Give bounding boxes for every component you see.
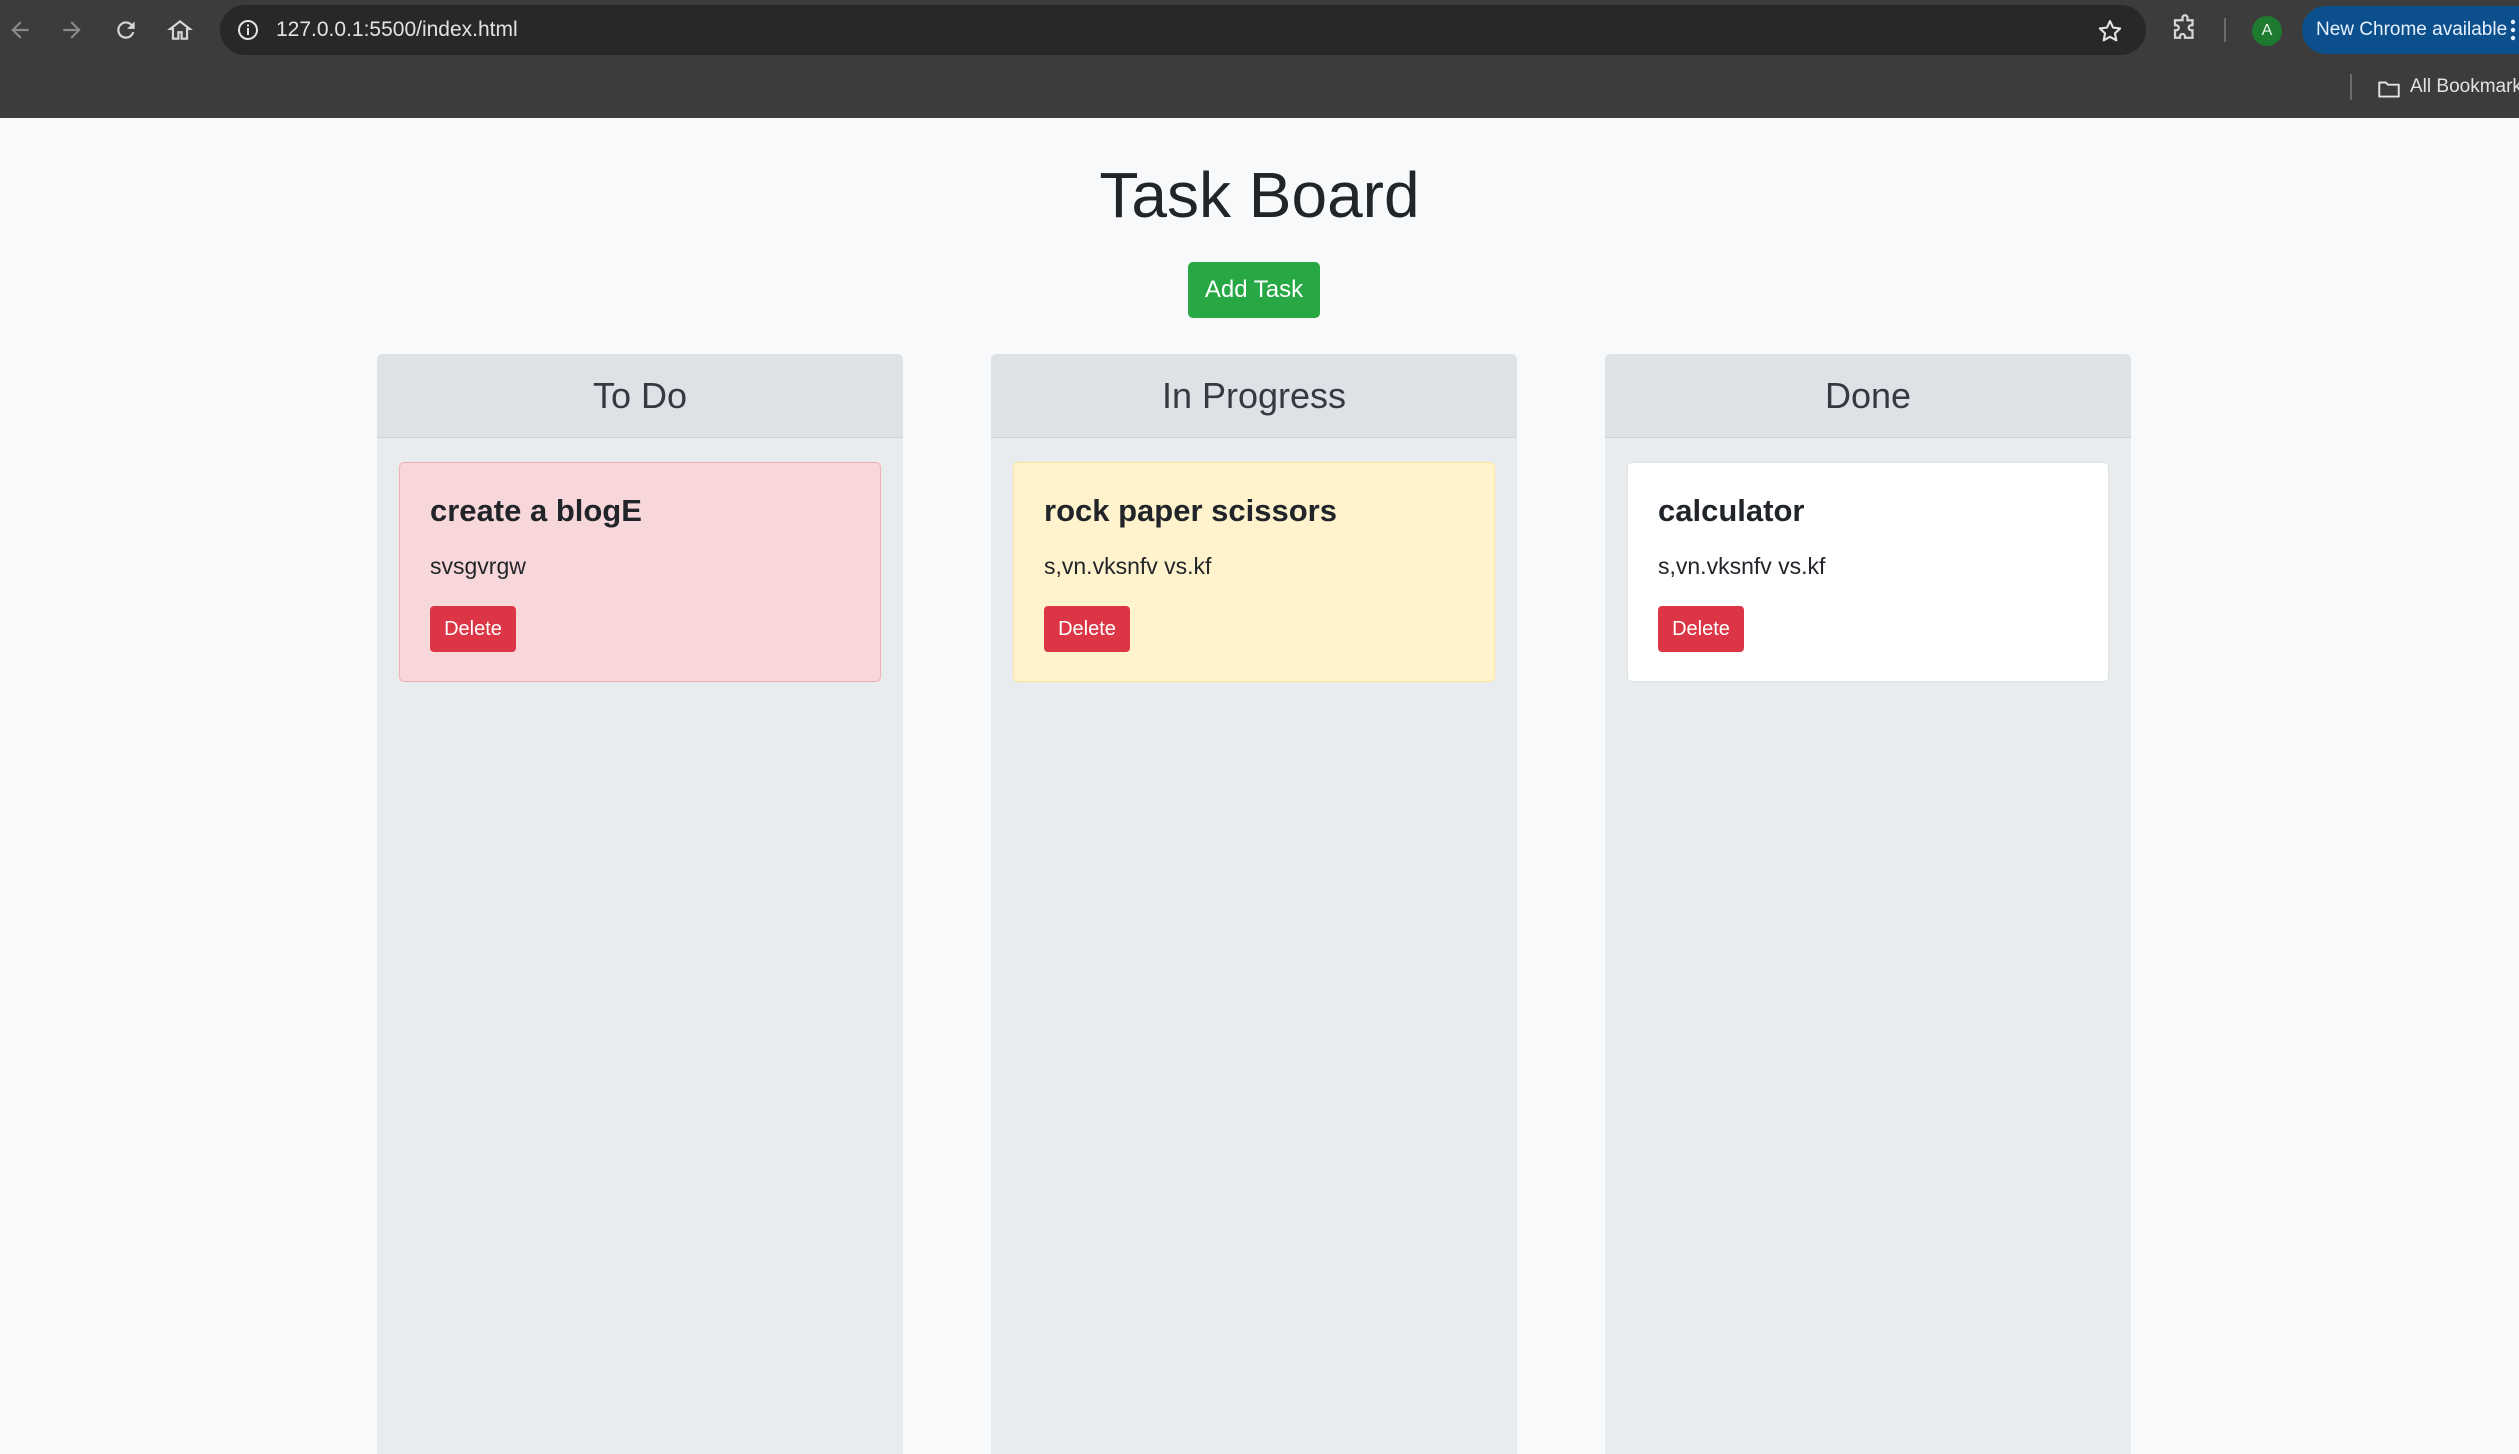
task-title: create a blogE bbox=[430, 493, 642, 528]
update-label: New Chrome available bbox=[2316, 19, 2508, 40]
extensions-icon[interactable] bbox=[2170, 14, 2200, 44]
column-title: To Do bbox=[377, 354, 903, 438]
bookmark-star-icon[interactable] bbox=[2096, 17, 2124, 45]
task-card[interactable]: create a blogE svsgvrgw Delete bbox=[399, 462, 881, 682]
task-title: calculator bbox=[1658, 493, 1805, 528]
page-title: Task Board bbox=[1099, 159, 1420, 231]
delete-button[interactable]: Delete bbox=[1658, 606, 1744, 652]
task-card[interactable]: rock paper scissors s,vn.vksnfv vs.kf De… bbox=[1013, 462, 1495, 682]
back-button[interactable] bbox=[2, 12, 38, 48]
address-bar[interactable]: 127.0.0.1:5500/index.html bbox=[220, 5, 2146, 55]
toolbar-divider bbox=[2224, 18, 2226, 42]
task-description: s,vn.vksnfv vs.kf bbox=[1658, 553, 1826, 579]
site-info-icon[interactable] bbox=[236, 18, 260, 42]
more-menu-icon[interactable] bbox=[2510, 18, 2516, 42]
task-title: rock paper scissors bbox=[1044, 493, 1337, 528]
column-title: Done bbox=[1605, 354, 2131, 438]
reload-button[interactable] bbox=[108, 12, 144, 48]
bookmarks-bar: All Bookmarks bbox=[0, 60, 2519, 118]
browser-toolbar: 127.0.0.1:5500/index.html A New Chrome a… bbox=[0, 0, 2519, 60]
task-card[interactable]: calculator s,vn.vksnfv vs.kf Delete bbox=[1627, 462, 2109, 682]
arrow-right-icon bbox=[63, 21, 81, 39]
delete-button[interactable]: Delete bbox=[1044, 606, 1130, 652]
all-bookmarks-link[interactable]: All Bookmarks bbox=[2410, 60, 2519, 118]
task-description: svsgvrgw bbox=[430, 553, 526, 579]
forward-button[interactable] bbox=[54, 12, 90, 48]
reload-icon bbox=[117, 21, 135, 39]
profile-avatar[interactable]: A bbox=[2252, 16, 2282, 46]
home-button[interactable] bbox=[162, 12, 198, 48]
url-text[interactable]: 127.0.0.1:5500/index.html bbox=[276, 5, 518, 55]
folder-icon[interactable] bbox=[2376, 76, 2402, 102]
bookmarks-divider bbox=[2350, 74, 2352, 100]
column-to-do[interactable]: To Do create a blogE svsgvrgw Delete bbox=[377, 354, 903, 1454]
task-description: s,vn.vksnfv vs.kf bbox=[1044, 553, 1212, 579]
add-task-button[interactable]: Add Task bbox=[1188, 262, 1320, 318]
delete-button[interactable]: Delete bbox=[430, 606, 516, 652]
column-done[interactable]: Done calculator s,vn.vksnfv vs.kf Delete bbox=[1605, 354, 2131, 1454]
home-icon bbox=[167, 19, 193, 40]
column-in-progress[interactable]: In Progress rock paper scissors s,vn.vks… bbox=[991, 354, 1517, 1454]
column-title: In Progress bbox=[991, 354, 1517, 438]
arrow-left-icon bbox=[11, 21, 29, 39]
page-content: Task Board Add Task To Do create a blogE… bbox=[0, 118, 2519, 1454]
chrome-update-button[interactable]: New Chrome available bbox=[2302, 6, 2519, 54]
